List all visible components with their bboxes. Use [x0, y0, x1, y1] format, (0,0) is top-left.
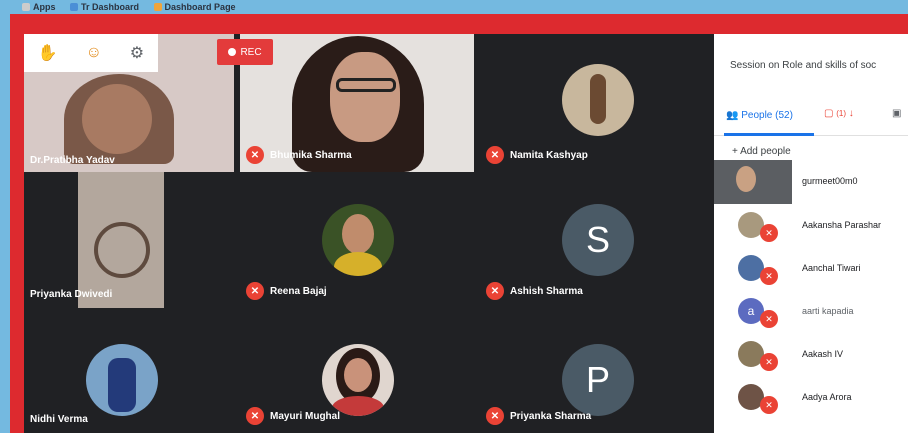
reactions-toolbar: ✋ ☺ ⚙ — [24, 34, 158, 72]
apps-icon — [22, 3, 30, 11]
settings-gear-icon[interactable]: ⚙ — [130, 43, 144, 63]
participant-face — [736, 166, 756, 192]
avatar-letter: P — [562, 344, 634, 416]
video-tile[interactable]: S ✕ Ashish Sharma — [480, 172, 714, 308]
avatar-face — [342, 214, 374, 254]
participant-name: Bhumika Sharma — [270, 149, 352, 161]
mic-off-icon: ✕ — [246, 282, 264, 300]
participant-list-item[interactable]: ✕ Aanchal Tiwari — [714, 249, 908, 289]
bookmarks-bar: Apps Tr Dashboard Dashboard Page — [0, 0, 908, 14]
participant-name: Mayuri Mughal — [270, 410, 341, 422]
participant-list-item[interactable]: ✕ Aadya Arora — [714, 378, 908, 418]
participant-face — [330, 52, 400, 142]
participant-name: aarti kapadia — [802, 306, 854, 316]
mic-off-icon: ✕ — [486, 407, 504, 425]
video-tile[interactable]: ✕ Namita Kashyap — [480, 34, 714, 172]
avatar — [86, 344, 158, 416]
participant-list-item[interactable]: gurmeet00m0 — [714, 160, 908, 204]
bookmark-dashboard-page[interactable]: Dashboard Page — [153, 2, 236, 12]
participant-name: Ashish Sharma — [510, 285, 583, 297]
participant-name: Aakash IV — [802, 349, 844, 359]
mic-off-icon: ✕ — [246, 407, 264, 425]
tab-chat[interactable]: ▢ (1) ↓ — [824, 108, 854, 119]
bookmark-apps[interactable]: Apps — [22, 2, 56, 12]
avatar — [322, 204, 394, 276]
participant-name: Aakansha Parashar — [802, 220, 882, 230]
video-tile[interactable]: Priyanka Dwivedi — [24, 172, 234, 308]
participant-list-item[interactable]: ✕ Aakash IV — [714, 335, 908, 375]
participant-name: Priyanka Sharma — [510, 410, 592, 422]
mic-off-icon: ✕ — [486, 282, 504, 300]
participant-name: Nidhi Verma — [30, 414, 88, 425]
raise-hand-icon[interactable]: ✋ — [38, 43, 58, 63]
video-pattern — [94, 222, 150, 278]
participant-name: Aadya Arora — [802, 392, 852, 402]
record-icon — [228, 48, 237, 56]
avatar-letter: S — [562, 204, 634, 276]
rec-label: REC — [240, 46, 262, 58]
avatar-figure — [108, 358, 136, 412]
emoji-icon[interactable]: ☺ — [86, 44, 102, 62]
people-icon: 👥 — [726, 110, 739, 121]
mic-off-icon: ✕ — [486, 146, 504, 164]
bookmark-dashboard[interactable]: Tr Dashboard — [70, 2, 139, 12]
tab-people[interactable]: 👥 People (52) — [726, 110, 793, 121]
recording-badge[interactable]: REC — [217, 39, 273, 65]
glasses — [336, 78, 396, 92]
video-tile[interactable]: ✕ Mayuri Mughal — [240, 308, 474, 433]
video-tile[interactable]: ✕ Bhumika Sharma — [240, 34, 474, 172]
avatar-figure — [590, 74, 606, 124]
mic-off-icon: ✕ — [246, 146, 264, 164]
mic-off-icon: ✕ — [760, 353, 778, 371]
video-tile[interactable]: P ✕ Priyanka Sharma — [480, 308, 714, 433]
participant-name: Reena Bajaj — [270, 285, 327, 297]
meet-window: Dr.Pratibha Yadav ✕ Bhumika Sharma ✕ Namit… — [24, 34, 908, 433]
video-tile[interactable]: ✕ Reena Bajaj — [240, 172, 474, 308]
participant-list-item[interactable]: a ✕ aarti kapadia — [714, 292, 908, 332]
meet-window-frame: Dr.Pratibha Yadav ✕ Bhumika Sharma ✕ Namit… — [10, 14, 908, 433]
tab-chat-badge: (1) — [836, 109, 847, 118]
participant-name: Aanchal Tiwari — [802, 263, 861, 273]
bookmark-icon — [153, 3, 162, 11]
meeting-title: Session on Role and skills of soc — [730, 60, 877, 71]
participant-name: Dr.Pratibha Yadav — [30, 155, 115, 166]
tab-people-label: People (52) — [741, 110, 793, 121]
panel-tabs: 👥 People (52) ▢ (1) ↓ ▣ — [714, 96, 908, 136]
add-people-button[interactable]: + Add people — [732, 146, 791, 157]
avatar-face — [344, 358, 372, 392]
tab-more-icon: ▣ — [892, 108, 902, 119]
arrow-down-icon: ↓ — [848, 108, 854, 119]
participant-name: gurmeet00m0 — [802, 176, 858, 186]
mic-off-icon: ✕ — [760, 310, 778, 328]
participant-video-thumb — [714, 160, 792, 204]
participant-face — [82, 84, 152, 154]
mic-off-icon: ✕ — [760, 224, 778, 242]
avatar — [562, 64, 634, 136]
mic-off-icon: ✕ — [760, 396, 778, 414]
add-people-label: Add people — [740, 146, 791, 157]
tab-more[interactable]: ▣ — [892, 108, 901, 119]
avatar-clothing — [334, 252, 382, 276]
participant-list-item[interactable]: ✕ Aakansha Parashar — [714, 206, 908, 246]
participant-name: Priyanka Dwivedi — [30, 289, 113, 300]
add-person-icon: + — [732, 146, 738, 157]
active-tab-indicator — [724, 133, 814, 136]
mic-off-icon: ✕ — [760, 267, 778, 285]
chat-icon: ▢ — [824, 108, 834, 119]
avatar — [322, 344, 394, 416]
video-tile[interactable]: Nidhi Verma — [24, 308, 234, 433]
participant-name: Namita Kashyap — [510, 149, 588, 161]
side-panel: Session on Role and skills of soc 👥 Peop… — [714, 34, 908, 433]
bookmark-icon — [70, 3, 79, 11]
